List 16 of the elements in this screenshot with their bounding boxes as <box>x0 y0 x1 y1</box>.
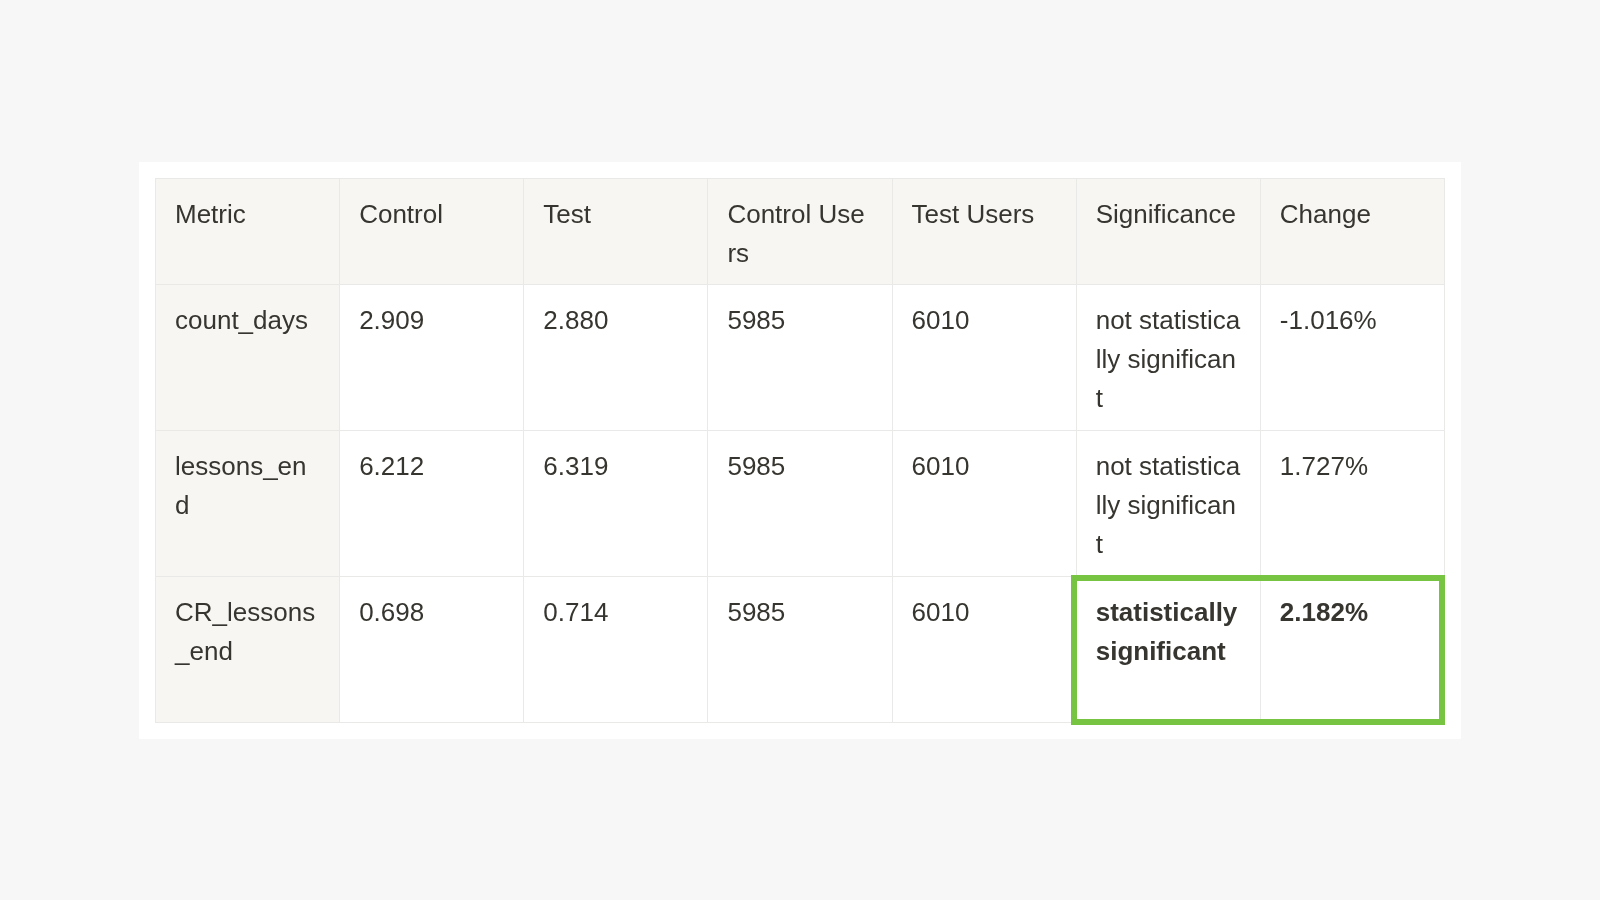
table-cell: 2.880 <box>524 285 709 431</box>
table-cell: 2.909 <box>340 285 525 431</box>
table-cell: 0.714 <box>524 577 709 723</box>
table-cell: 6010 <box>892 431 1077 577</box>
table-cell: 5985 <box>708 431 893 577</box>
table-cell: 6.212 <box>340 431 525 577</box>
table-cell: CR_lessons_end <box>156 577 341 723</box>
table-cell: -1.016% <box>1260 285 1445 431</box>
table-cell: lessons_end <box>156 431 341 577</box>
table-cell: not statistically significant <box>1076 285 1261 431</box>
table-cell: count_days <box>156 285 341 431</box>
table-cell: 5985 <box>708 577 893 723</box>
table-cell: 6.319 <box>524 431 709 577</box>
table-cell: 6010 <box>892 285 1077 431</box>
table-cell: 5985 <box>708 285 893 431</box>
table-cell: 0.698 <box>340 577 525 723</box>
